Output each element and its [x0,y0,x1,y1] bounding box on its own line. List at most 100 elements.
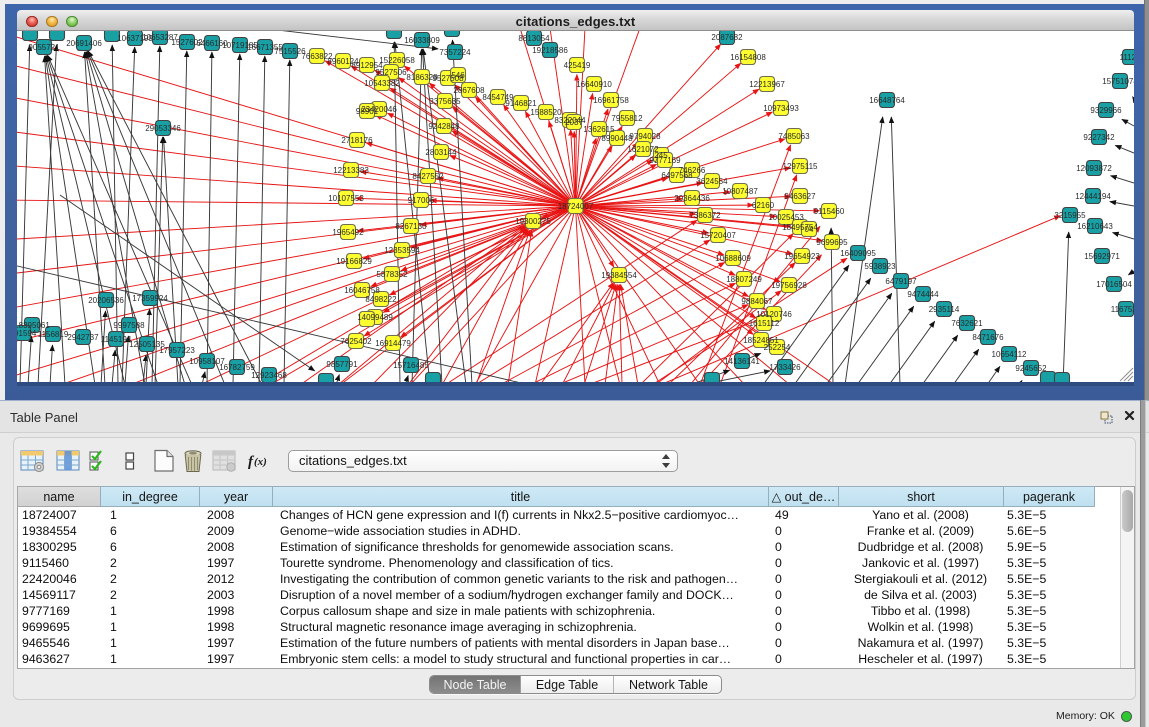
svg-text:19756928: 19756928 [771,281,807,290]
svg-text:15226058: 15226058 [379,56,415,65]
svg-text:9997588: 9997588 [113,321,145,330]
svg-text:10688609: 10688609 [715,254,751,263]
svg-text:7386372: 7386372 [689,211,721,220]
svg-text:16033809: 16033809 [404,36,440,45]
svg-text:3375685: 3375685 [429,97,461,106]
svg-text:19166829: 19166829 [336,257,372,266]
svg-text:(x): (x) [254,456,267,468]
svg-text:12093872: 12093872 [1076,164,1112,173]
svg-text:10025453: 10025453 [768,213,804,222]
svg-text:12923468: 12923468 [251,371,287,380]
svg-text:10973493: 10973493 [763,104,799,113]
svg-text:7485063: 7485063 [778,132,810,141]
svg-text:16640910: 16640910 [576,80,612,89]
svg-text:9794028: 9794028 [629,132,661,141]
svg-text:20364436: 20364436 [674,194,710,203]
svg-text:98901: 98901 [356,107,379,116]
svg-text:15720407: 15720407 [700,231,736,240]
svg-text:3215955: 3215955 [1054,211,1086,220]
svg-text:9242848: 9242848 [428,122,460,131]
svg-text:16961758: 16961758 [593,96,629,105]
svg-text:9055721: 9055721 [28,43,60,52]
svg-text:12975115: 12975115 [783,162,819,171]
svg-text:9227342: 9227342 [1083,133,1115,142]
svg-text:10807487: 10807487 [722,187,758,196]
svg-text:15716485: 15716485 [393,361,429,370]
svg-text:2867608: 2867608 [453,86,485,95]
svg-text:04: 04 [805,225,814,234]
svg-text:16914479: 16914479 [375,339,411,348]
svg-text:19654923: 19654923 [784,252,820,261]
svg-text:20206536: 20206536 [88,296,124,305]
svg-text:2803144: 2803144 [425,148,457,157]
svg-text:1362615: 1362615 [583,125,615,134]
svg-text:14136141: 14136141 [724,357,760,366]
svg-text:15751074: 15751074 [1102,77,1134,86]
svg-text:16648764: 16648764 [869,96,905,105]
svg-text:29053346: 29053346 [145,124,181,133]
svg-text:12444194: 12444194 [1075,192,1111,201]
svg-text:62160: 62160 [752,201,775,210]
svg-text:9329966: 9329966 [1090,106,1122,115]
svg-text:252254: 252254 [764,343,791,352]
svg-text:9527506: 9527506 [375,68,407,77]
svg-text:9857791: 9857791 [326,360,358,369]
svg-text:8471676: 8471676 [972,333,1004,342]
svg-text:6497568: 6497568 [661,171,693,180]
svg-text:16409095: 16409095 [840,249,876,258]
svg-text:10543382: 10543382 [364,79,400,88]
svg-text:9699695: 9699695 [816,238,848,247]
svg-text:1965492: 1965492 [332,228,364,237]
svg-text:10120746: 10120746 [756,310,792,319]
svg-text:2935114: 2935114 [929,305,960,314]
svg-text:17016504: 17016504 [1096,280,1132,289]
svg-text:17359924: 17359924 [132,294,168,303]
svg-text:546: 546 [451,71,465,80]
svg-text:1167533: 1167533 [1111,305,1134,314]
svg-text:16046758: 16046758 [344,286,380,295]
svg-text:391594: 391594 [17,329,37,338]
svg-text:2718176: 2718176 [341,136,373,145]
svg-text:2037: 2037 [565,118,583,127]
svg-text:20691406: 20691406 [66,39,102,48]
svg-text:2087682: 2087682 [711,33,743,42]
svg-text:7625402: 7625402 [340,337,372,346]
svg-text:1615112: 1615112 [749,319,780,328]
svg-text:18807249: 18807249 [726,275,762,284]
svg-text:9463627: 9463627 [784,192,816,201]
svg-text:12213967: 12213967 [749,80,785,89]
svg-text:16210643: 16210643 [1077,222,1113,231]
svg-text:9474444: 9474444 [907,290,939,299]
svg-text:8990448: 8990448 [601,134,633,143]
svg-text:8813054: 8813054 [518,34,550,43]
svg-text:16782759: 16782759 [219,363,255,372]
svg-text:7955812: 7955812 [611,114,643,123]
svg-text:18724007: 18724007 [558,202,594,211]
svg-text:917006: 917006 [408,196,435,205]
svg-text:425419: 425419 [564,61,591,70]
svg-text:1156819: 1156819 [38,330,69,339]
svg-text:7632621: 7632621 [951,319,983,328]
svg-text:16154808: 16154808 [730,53,766,62]
svg-text:15692971: 15692971 [1084,252,1120,261]
svg-text:10654112: 10654112 [992,350,1028,359]
svg-text:5938923: 5938923 [864,262,896,271]
svg-text:6479197: 6479197 [885,277,917,286]
svg-text:19218586: 19218586 [532,46,568,55]
svg-text:11123: 11123 [1119,53,1134,62]
svg-text:9115460: 9115460 [814,207,845,216]
svg-text:9777169: 9777169 [649,156,681,165]
svg-text:1145194: 1145194 [101,335,132,344]
svg-text:7357224: 7357224 [439,48,471,57]
svg-text:8267130: 8267130 [395,222,427,231]
svg-text:5878352: 5878352 [376,270,408,279]
svg-text:19384554: 19384554 [601,271,637,280]
svg-text:19300275: 19300275 [515,217,551,226]
svg-text:8498222: 8498222 [365,295,397,304]
svg-text:2942737: 2942737 [67,333,99,342]
svg-text:9245652: 9245652 [1015,364,1047,373]
svg-text:8427552: 8427552 [412,172,444,181]
svg-text:3624554: 3624554 [696,177,728,186]
svg-text:12213383: 12213383 [333,166,369,175]
svg-text:1733426: 1733426 [769,363,801,372]
